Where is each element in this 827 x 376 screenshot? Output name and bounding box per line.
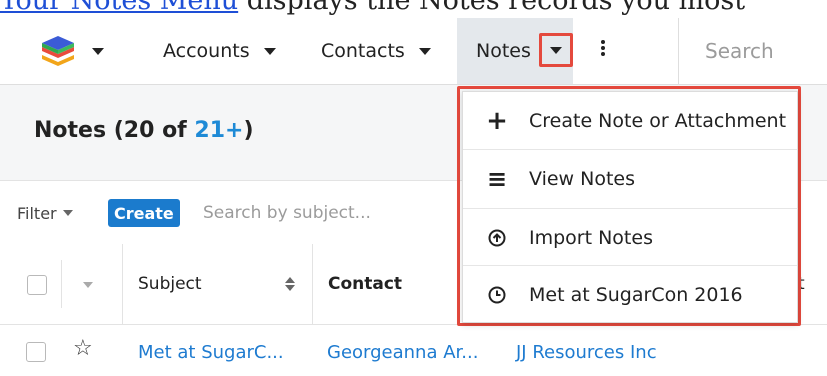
- more-icon[interactable]: [601, 38, 605, 58]
- menu-item-view-notes[interactable]: ≡ View Notes: [483, 150, 635, 208]
- notes-dropdown-menu: + Create Note or Attachment ≡ View Notes…: [462, 91, 798, 323]
- menu-item-label: Met at SugarCon 2016: [529, 284, 743, 306]
- notes-dropdown-toggle[interactable]: [539, 33, 573, 67]
- filter-label: Filter: [17, 203, 57, 223]
- table-row: ☆ Met at SugarC... Georgeanna Ar... JJ R…: [0, 325, 827, 376]
- column-header-contact[interactable]: Contact: [328, 268, 402, 300]
- column-contact-label: Contact: [328, 274, 403, 294]
- menu-item-label: Import Notes: [529, 227, 653, 249]
- star-icon[interactable]: ☆: [73, 336, 93, 361]
- clock-icon: [483, 286, 511, 304]
- row-checkbox[interactable]: [26, 342, 46, 362]
- menu-item-label: View Notes: [529, 168, 636, 190]
- plus-icon: +: [486, 106, 508, 136]
- logo-menu[interactable]: [38, 34, 118, 70]
- nav-accounts-label: Accounts: [163, 40, 250, 62]
- row-account-link[interactable]: JJ Resources Inc: [516, 342, 657, 363]
- header-divider: [122, 244, 123, 324]
- page-title-text: Notes: [34, 118, 107, 143]
- filter-button[interactable]: Filter: [17, 199, 73, 227]
- record-count-suffix: ): [243, 118, 254, 143]
- column-subject-label: Subject: [138, 274, 202, 294]
- global-search-placeholder: Search: [705, 39, 774, 63]
- menu-item-create-note[interactable]: + Create Note or Attachment: [483, 92, 786, 150]
- nav-notes-label: Notes: [476, 40, 531, 62]
- list-icon: ≡: [486, 165, 508, 193]
- record-count-link[interactable]: 21+: [194, 118, 243, 143]
- nav-accounts[interactable]: Accounts: [163, 18, 276, 84]
- page-title: Notes (20 of 21+): [34, 118, 254, 143]
- column-header-subject[interactable]: Subject: [138, 268, 202, 300]
- header-divider: [61, 260, 62, 308]
- select-menu-caret-icon[interactable]: [83, 282, 93, 288]
- chevron-down-icon: [92, 48, 104, 55]
- import-icon: [483, 229, 511, 247]
- caption-body: displays the Notes records you most: [238, 0, 746, 16]
- sugar-cube-logo-icon: [42, 36, 74, 66]
- chevron-down-icon: [263, 47, 276, 55]
- nav-contacts[interactable]: Contacts: [321, 18, 431, 84]
- create-label: Create: [114, 203, 174, 223]
- record-count-prefix: (20 of: [113, 118, 195, 143]
- subject-search-input[interactable]: Search by subject...: [203, 199, 371, 227]
- menu-item-label: Create Note or Attachment: [529, 110, 787, 132]
- nav-notes[interactable]: Notes: [476, 18, 531, 84]
- header-divider: [312, 244, 313, 324]
- chevron-down-icon: [418, 47, 431, 55]
- create-button[interactable]: Create: [108, 199, 180, 227]
- nav-contacts-label: Contacts: [321, 40, 405, 62]
- caption-text: Your Notes Menu displays the Notes recor…: [0, 0, 827, 18]
- global-search-input[interactable]: Search: [678, 18, 827, 84]
- subject-search-placeholder: Search by subject...: [203, 203, 371, 223]
- menu-item-recent-note[interactable]: Met at SugarCon 2016: [483, 266, 743, 324]
- menu-item-import-notes[interactable]: Import Notes: [483, 209, 653, 267]
- caret-down-icon: [62, 210, 73, 216]
- caption-link[interactable]: Your Notes Menu: [0, 0, 238, 16]
- row-subject-link[interactable]: Met at SugarC...: [138, 342, 284, 363]
- select-all-checkbox[interactable]: [27, 275, 47, 295]
- sort-icon[interactable]: [285, 277, 295, 291]
- row-contact-link[interactable]: Georgeanna Ar...: [327, 342, 478, 363]
- chevron-down-icon: [550, 46, 562, 54]
